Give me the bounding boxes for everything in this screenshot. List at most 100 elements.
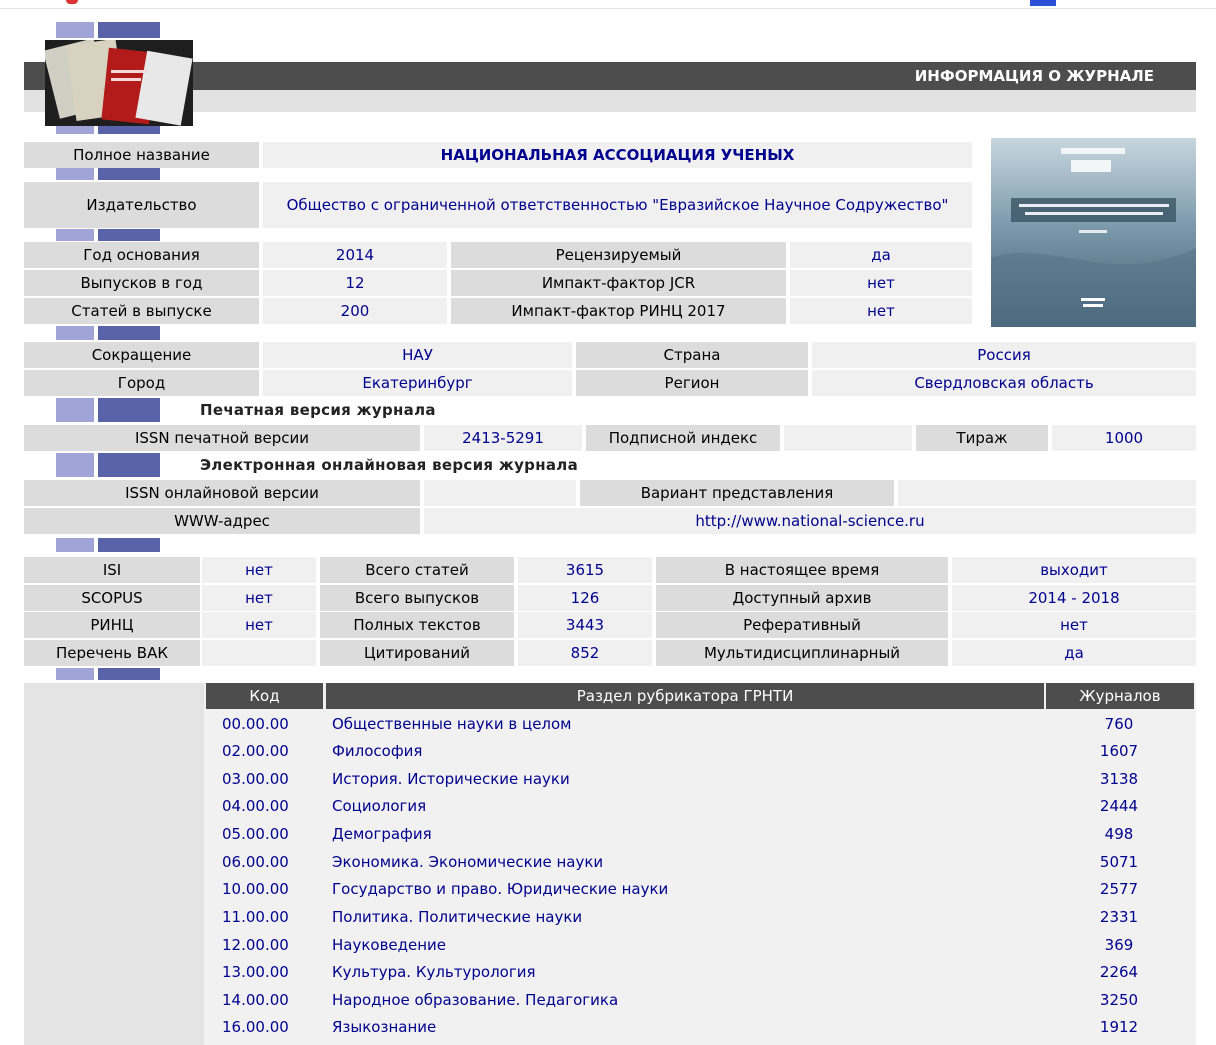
rubric-code: 06.00.00: [222, 853, 289, 871]
abbr-value: НАУ: [263, 342, 572, 368]
stat-label-citations: Цитирований: [320, 640, 514, 666]
journal-cover-image: [991, 138, 1196, 327]
table-row[interactable]: 04.00.00 Социология 2444: [204, 793, 1196, 820]
table-row[interactable]: 06.00.00 Экономика. Экономические науки 50…: [204, 849, 1196, 876]
stat-label-isi: ISI: [24, 557, 200, 583]
reviewed-value: да: [790, 242, 972, 268]
stat-value-isi: нет: [202, 557, 316, 583]
stat-value-multidisciplinary: да: [952, 640, 1196, 666]
rubric-code: 16.00.00: [222, 1018, 289, 1036]
founded-label: Год основания: [24, 242, 259, 268]
circulation-label: Тираж: [916, 425, 1048, 451]
table-row[interactable]: 00.00.00 Общественные науки в целом 760: [204, 711, 1196, 738]
top-toolbar-strip: [0, 0, 1216, 9]
stat-label-full-texts: Полных текстов: [320, 612, 514, 638]
publisher-link[interactable]: Общество с ограниченной ответственностью…: [263, 182, 972, 228]
rubric-name-link[interactable]: Экономика. Экономические науки: [332, 853, 603, 871]
online-issn-label: ISSN онлайновой версии: [24, 480, 420, 506]
stat-label-total-articles: Всего статей: [320, 557, 514, 583]
rubric-code: 03.00.00: [222, 770, 289, 788]
country-value: Россия: [812, 342, 1196, 368]
rubricator-header-journals: Журналов: [1046, 683, 1194, 709]
rubric-count: 2331: [1099, 908, 1139, 926]
subscription-index-value: [784, 425, 912, 451]
rubricator-header-section: Раздел рубрикатора ГРНТИ: [326, 683, 1044, 709]
stat-label-total-issues: Всего выпусков: [320, 585, 514, 611]
rubric-code: 04.00.00: [222, 797, 289, 815]
stat-value-archive: 2014 - 2018: [952, 585, 1196, 611]
jcr-value: нет: [790, 270, 972, 296]
rubric-count: 3138: [1099, 770, 1139, 788]
table-row[interactable]: 05.00.00 Демография 498: [204, 821, 1196, 848]
rubric-code: 02.00.00: [222, 742, 289, 760]
toolbar-icon[interactable]: [1030, 0, 1056, 6]
stat-label-rinc: РИНЦ: [24, 612, 200, 638]
rubric-name-link[interactable]: Науковедение: [332, 936, 446, 954]
www-label: WWW-адрес: [24, 508, 420, 534]
stat-label-multidisciplinary: Мультидисциплинарный: [656, 640, 948, 666]
rubric-count: 2264: [1099, 963, 1139, 981]
rubric-name-link[interactable]: Общественные науки в целом: [332, 715, 572, 733]
rubric-code: 13.00.00: [222, 963, 289, 981]
rubric-name-link[interactable]: Философия: [332, 742, 422, 760]
print-issn-value: 2413-5291: [424, 425, 582, 451]
stat-value-citations: 852: [518, 640, 652, 666]
rubric-count: 760: [1104, 715, 1134, 733]
rubric-name-link[interactable]: История. Исторические науки: [332, 770, 570, 788]
www-link[interactable]: http://www.national-science.ru: [424, 508, 1196, 534]
stat-value-scopus: нет: [202, 585, 316, 611]
jcr-label: Импакт-фактор JCR: [451, 270, 786, 296]
stat-value-total-articles: 3615: [518, 557, 652, 583]
table-row[interactable]: 10.00.00 Государство и право. Юридические…: [204, 876, 1196, 903]
table-row[interactable]: 02.00.00 Философия 1607: [204, 738, 1196, 765]
table-row[interactable]: 16.00.00 Языкознание 1912: [204, 1014, 1196, 1041]
city-value: Екатеринбург: [263, 370, 572, 396]
stat-label-archive: Доступный архив: [656, 585, 948, 611]
rubric-count: 1607: [1099, 742, 1139, 760]
articles-value: 200: [263, 298, 447, 324]
rubric-count: 369: [1104, 936, 1134, 954]
online-section-title: Электронная онлайновая версия журнала: [200, 456, 579, 474]
rubricator-left-panel: [24, 683, 204, 1045]
city-label: Город: [24, 370, 259, 396]
rubric-name-link[interactable]: Демография: [332, 825, 432, 843]
stat-value-full-texts: 3443: [518, 612, 652, 638]
table-row[interactable]: 13.00.00 Культура. Культурология 2264: [204, 959, 1196, 986]
rubric-name-link[interactable]: Социология: [332, 797, 426, 815]
rubric-count: 498: [1104, 825, 1134, 843]
stat-value-vak: [202, 640, 316, 666]
rubric-name-link[interactable]: Народное образование. Педагогика: [332, 991, 618, 1009]
rubric-count: 2577: [1099, 880, 1139, 898]
rubric-count: 1912: [1099, 1018, 1139, 1036]
stat-label-scopus: SCOPUS: [24, 585, 200, 611]
journal-info-header: ИНФОРМАЦИЯ О ЖУРНАЛЕ: [24, 62, 1196, 90]
rubric-count: 2444: [1099, 797, 1139, 815]
rinc-if-value: нет: [790, 298, 972, 324]
rubric-code: 10.00.00: [222, 880, 289, 898]
stat-value-total-issues: 126: [518, 585, 652, 611]
table-row[interactable]: 11.00.00 Политика. Политические науки 2331: [204, 904, 1196, 931]
variant-value: [898, 480, 1196, 506]
print-issn-label: ISSN печатной версии: [24, 425, 420, 451]
table-row[interactable]: 14.00.00 Народное образование. Педагогика…: [204, 987, 1196, 1014]
table-row[interactable]: 03.00.00 История. Исторические науки 3138: [204, 766, 1196, 793]
rubric-name-link[interactable]: Культура. Культурология: [332, 963, 536, 981]
variant-label: Вариант представления: [580, 480, 894, 506]
browser-icon[interactable]: [66, 0, 78, 4]
stat-value-abstract: нет: [952, 612, 1196, 638]
rubric-count: 3250: [1099, 991, 1139, 1009]
stat-value-rinc: нет: [202, 612, 316, 638]
online-issn-value: [424, 480, 576, 506]
rubric-name-link[interactable]: Политика. Политические науки: [332, 908, 582, 926]
circulation-value: 1000: [1052, 425, 1196, 451]
articles-label: Статей в выпуске: [24, 298, 259, 324]
full-name-label: Полное название: [24, 142, 259, 168]
region-label: Регион: [576, 370, 808, 396]
header-subbar: [24, 90, 1196, 112]
subscription-index-label: Подписной индекс: [586, 425, 780, 451]
rubric-name-link[interactable]: Языкознание: [332, 1018, 436, 1036]
full-name-value: НАЦИОНАЛЬНАЯ АССОЦИАЦИЯ УЧЕНЫХ: [263, 142, 972, 168]
rubric-name-link[interactable]: Государство и право. Юридические науки: [332, 880, 668, 898]
table-row[interactable]: 12.00.00 Науковедение 369: [204, 932, 1196, 959]
rubric-code: 11.00.00: [222, 908, 289, 926]
